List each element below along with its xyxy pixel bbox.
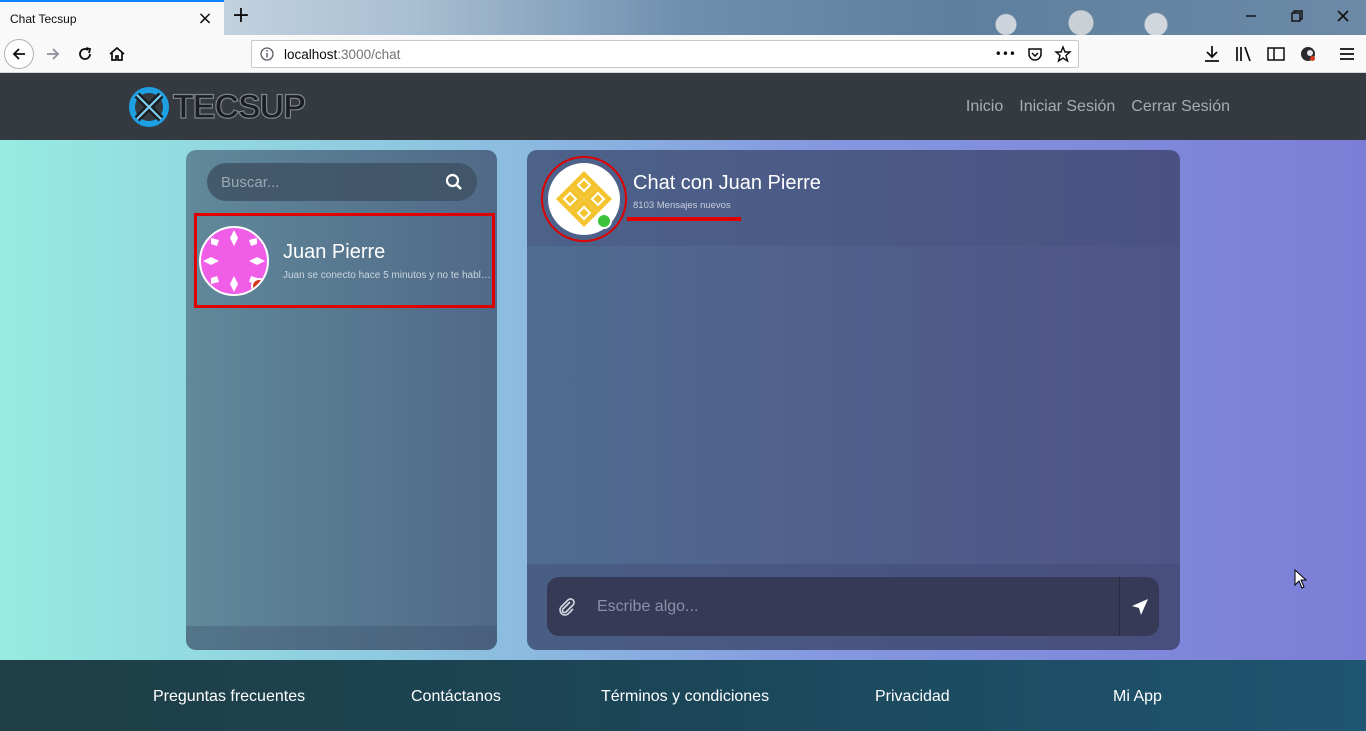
pocket-icon[interactable] xyxy=(1026,45,1044,63)
browser-tab[interactable]: Chat Tecsup × xyxy=(0,0,224,35)
mouse-cursor-icon xyxy=(1294,569,1308,589)
nav-inicio[interactable]: Inicio xyxy=(966,98,1003,116)
footer-link-contact[interactable]: Contáctanos xyxy=(411,688,501,706)
menu-icon[interactable] xyxy=(1337,44,1357,64)
arrow-left-icon xyxy=(12,48,25,60)
close-window-button[interactable] xyxy=(1320,0,1366,32)
minimize-button[interactable] xyxy=(1228,0,1274,32)
browser-toolbar: localhost:3000/chat ••• xyxy=(0,35,1366,73)
message-input[interactable] xyxy=(587,597,1119,616)
close-icon xyxy=(1337,10,1349,22)
library-icon[interactable] xyxy=(1234,44,1254,64)
send-icon xyxy=(1131,598,1148,615)
nav-cerrar-sesion[interactable]: Cerrar Sesión xyxy=(1131,98,1230,116)
minimize-icon xyxy=(1246,15,1256,17)
restore-icon xyxy=(1291,10,1303,22)
footer-link-terms[interactable]: Términos y condiciones xyxy=(601,688,769,706)
restore-button[interactable] xyxy=(1274,0,1320,32)
contact-item[interactable]: Juan Pierre Juan se conecto hace 5 minut… xyxy=(194,213,495,308)
sidebar-footer xyxy=(186,626,497,650)
reload-button[interactable] xyxy=(70,39,100,69)
download-icon[interactable] xyxy=(1202,44,1222,64)
message-composer xyxy=(547,577,1159,636)
tecsup-logo[interactable]: TECSUP xyxy=(127,85,307,129)
tab-close-button[interactable]: × xyxy=(196,9,214,28)
new-tab-button[interactable]: + xyxy=(230,5,252,29)
new-messages-count: 8103 Mensajes nuevos xyxy=(633,200,731,211)
chat-avatar xyxy=(548,163,620,235)
back-button[interactable] xyxy=(4,39,34,69)
chat-panel: Chat con Juan Pierre 8103 Mensajes nuevo… xyxy=(527,150,1180,650)
messages-area[interactable] xyxy=(527,246,1180,564)
contact-name: Juan Pierre xyxy=(283,240,386,263)
logo-emblem-icon xyxy=(129,87,169,127)
url-text: localhost:3000/chat xyxy=(284,47,400,62)
browser-tab-bar: Chat Tecsup × + xyxy=(0,0,1366,35)
main-nav: Inicio Iniciar Sesión Cerrar Sesión xyxy=(966,98,1230,116)
offline-status-dot xyxy=(251,277,267,294)
url-host: localhost xyxy=(284,46,338,62)
footer-link-privacy[interactable]: Privacidad xyxy=(875,688,950,706)
search-input[interactable] xyxy=(221,173,445,191)
page-footer: Preguntas frecuentes Contáctanos Término… xyxy=(0,660,1366,731)
address-bar[interactable]: localhost:3000/chat ••• xyxy=(251,40,1079,68)
sidebar-icon[interactable] xyxy=(1266,44,1286,64)
contact-info: Juan Pierre Juan se conecto hace 5 minut… xyxy=(283,241,492,281)
home-icon xyxy=(109,46,125,61)
url-path: :3000/chat xyxy=(337,46,401,62)
footer-link-faq[interactable]: Preguntas frecuentes xyxy=(153,688,305,706)
search-box xyxy=(207,163,477,201)
contact-avatar xyxy=(199,225,269,296)
send-button[interactable] xyxy=(1119,577,1159,636)
contacts-sidebar: Juan Pierre Juan se conecto hace 5 minut… xyxy=(186,150,497,650)
online-status-dot xyxy=(596,213,612,229)
chat-avatar-highlight xyxy=(541,156,627,242)
forward-button[interactable] xyxy=(38,39,68,69)
attach-button[interactable] xyxy=(547,577,587,636)
reload-icon xyxy=(79,47,92,60)
paperclip-icon xyxy=(559,597,575,616)
logo-text: TECSUP xyxy=(172,87,306,126)
search-icon[interactable] xyxy=(445,173,463,191)
arrow-right-icon xyxy=(47,48,60,60)
info-icon xyxy=(260,47,274,61)
app-header: TECSUP Inicio Iniciar Sesión Cerrar Sesi… xyxy=(0,73,1366,140)
main-content: Juan Pierre Juan se conecto hace 5 minut… xyxy=(0,140,1366,660)
bookmark-star-icon[interactable] xyxy=(1054,45,1072,63)
tab-title: Chat Tecsup xyxy=(10,11,77,26)
extension-icon[interactable] xyxy=(1298,44,1318,64)
page-actions-button[interactable]: ••• xyxy=(995,45,1016,63)
footer-link-my-app[interactable]: Mi App xyxy=(1113,688,1162,706)
theme-artwork xyxy=(916,0,1216,35)
home-button[interactable] xyxy=(102,39,132,69)
highlight-underline xyxy=(627,217,741,221)
nav-iniciar-sesion[interactable]: Iniciar Sesión xyxy=(1019,98,1115,116)
contact-last-message: Juan se conecto hace 5 minutos y no te h… xyxy=(283,269,492,281)
chat-title: Chat con Juan Pierre xyxy=(633,172,821,194)
